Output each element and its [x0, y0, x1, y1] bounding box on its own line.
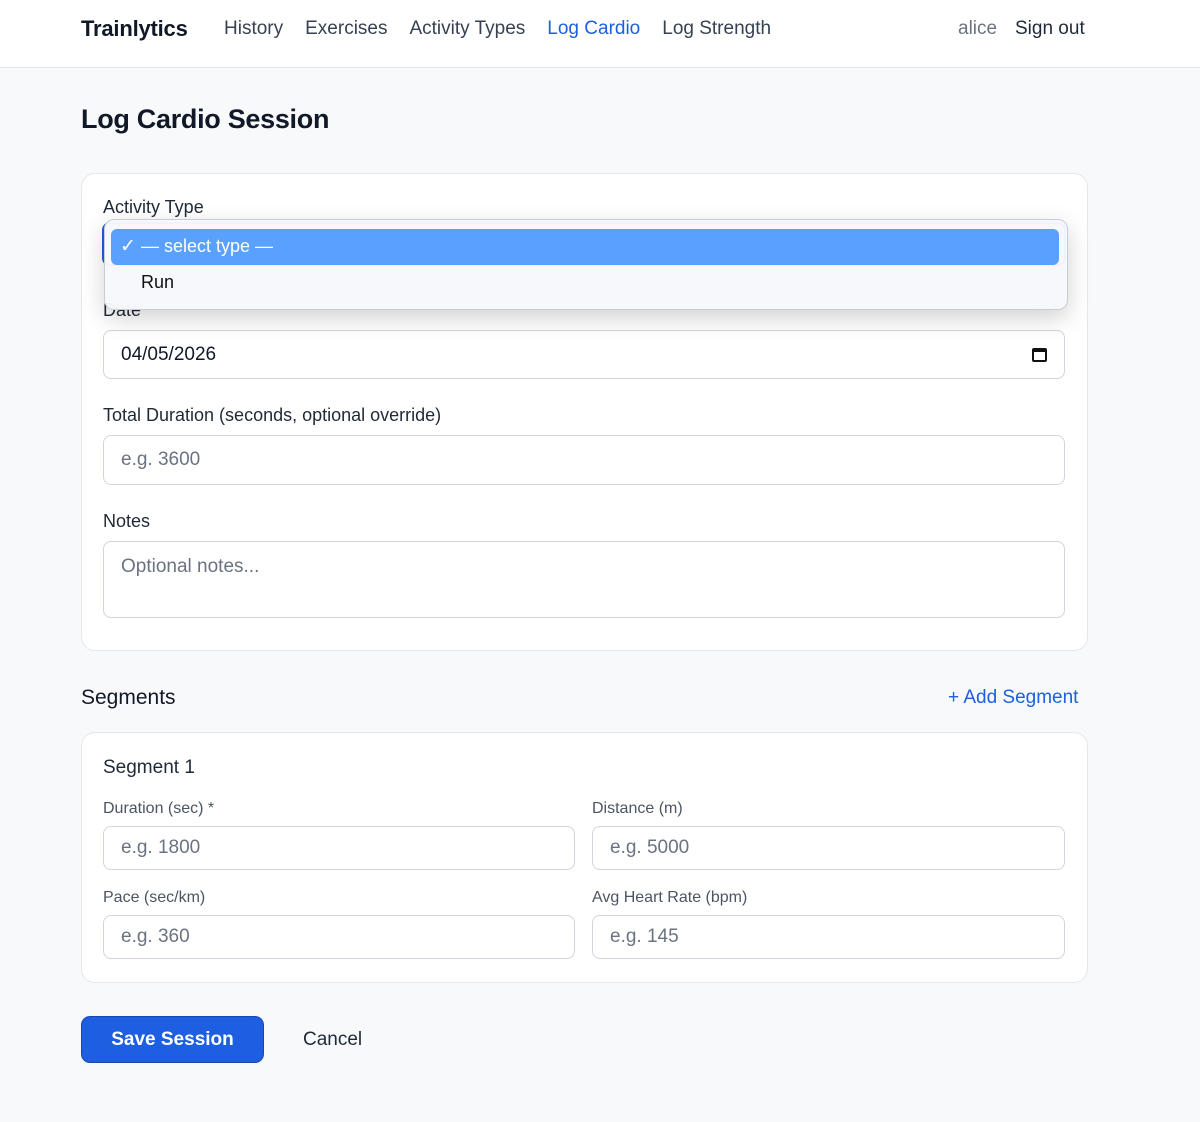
- segment-heart-rate-label: Avg Heart Rate (bpm): [592, 889, 748, 906]
- nav-link-history[interactable]: History: [224, 18, 283, 40]
- notes-textarea[interactable]: [103, 541, 1065, 618]
- nav-link-log-strength[interactable]: Log Strength: [662, 18, 771, 40]
- segment-distance-label: Distance (m): [592, 800, 683, 817]
- option-label: — select type —: [141, 236, 274, 256]
- checkmark-icon: ✓: [120, 236, 136, 257]
- nav-links: History Exercises Activity Types Log Car…: [224, 18, 771, 40]
- calendar-icon[interactable]: [1032, 347, 1047, 362]
- segment-pace-label: Pace (sec/km): [103, 889, 206, 906]
- segment-heart-rate-input[interactable]: [592, 915, 1065, 959]
- segments-heading: Segments: [81, 686, 176, 709]
- total-duration-input[interactable]: [103, 435, 1065, 485]
- page-title: Log Cardio Session: [81, 104, 330, 134]
- save-session-button[interactable]: Save Session: [81, 1016, 264, 1063]
- nav-link-log-cardio[interactable]: Log Cardio: [547, 18, 640, 40]
- nav-link-exercises[interactable]: Exercises: [305, 18, 387, 40]
- add-segment-button[interactable]: + Add Segment: [948, 687, 1078, 709]
- date-value: 04/05/2026: [121, 343, 217, 365]
- cancel-button[interactable]: Cancel: [303, 1029, 362, 1051]
- username: alice: [958, 18, 998, 39]
- activity-type-label: Activity Type: [103, 197, 204, 217]
- option-select-type[interactable]: ✓ — select type —: [111, 229, 1059, 265]
- segment-duration-label: Duration (sec) *: [103, 800, 215, 817]
- date-input[interactable]: 04/05/2026: [103, 330, 1065, 379]
- sign-out-link[interactable]: Sign out: [1015, 18, 1085, 40]
- nav-link-activity-types[interactable]: Activity Types: [409, 18, 525, 40]
- segment-pace-input[interactable]: [103, 915, 575, 959]
- segment-title: Segment 1: [103, 757, 195, 778]
- segment-distance-input[interactable]: [592, 826, 1065, 870]
- option-label: Run: [141, 272, 175, 292]
- option-run[interactable]: Run: [111, 265, 1059, 301]
- activity-type-dropdown-menu: ✓ — select type — Run: [104, 219, 1068, 310]
- segment-duration-input[interactable]: [103, 826, 575, 870]
- notes-label: Notes: [103, 511, 151, 531]
- brand-logo[interactable]: Trainlytics: [81, 16, 188, 42]
- top-nav-bar: Trainlytics History Exercises Activity T…: [0, 0, 1200, 68]
- duration-label: Total Duration (seconds, optional overri…: [103, 405, 442, 425]
